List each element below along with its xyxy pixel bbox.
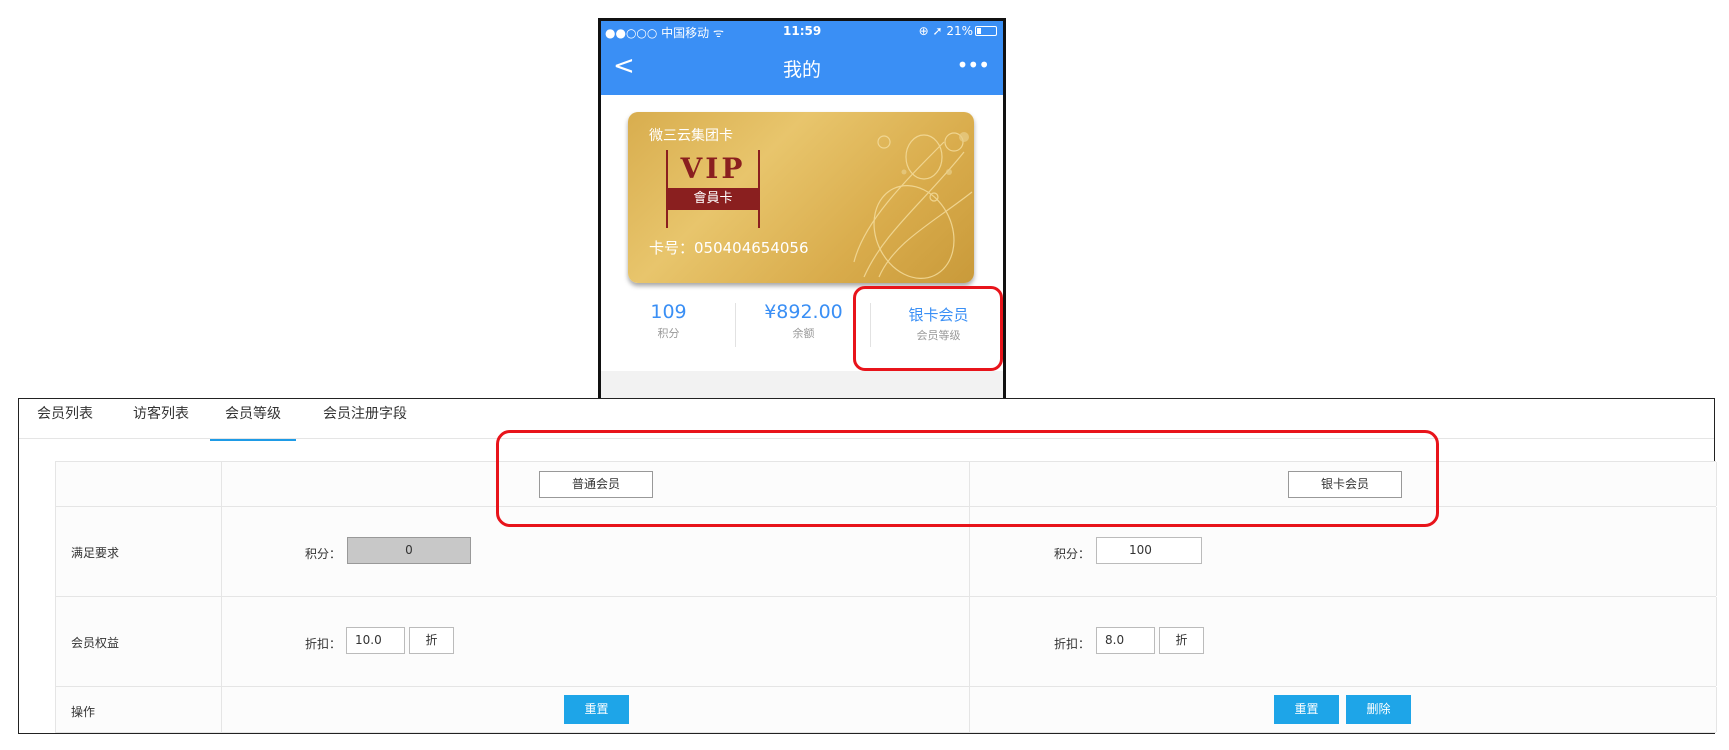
highlight-box-member-level [853,286,1003,371]
tab-member-list[interactable]: 会员列表 [32,399,98,439]
level-2-reset-button[interactable]: 重置 [1274,695,1339,724]
tab-member-level[interactable]: 会员等级 [210,399,296,441]
level-1-discount-input[interactable]: 10.0 [346,627,405,654]
actions-label: 操作 [71,705,96,719]
stat-balance-value: ¥892.00 [764,301,843,323]
table-header-empty [56,462,222,506]
battery-icon [975,26,997,36]
level-1-discount-unit: 折 [409,627,454,654]
card-number: 卡号：050404654056 [649,239,809,257]
status-indicators: ⊕ ➚ 21% [918,24,973,38]
table-row-benefit: 会员权益 折扣： 10.0 折 折扣： 8.0 折 [56,597,1717,687]
vip-logo: VIP 會員卡 [666,150,760,228]
level-1-points-input: 0 [347,537,471,564]
level-1-points-label: 积分： [305,547,342,561]
level-1-benefit: 折扣： 10.0 折 [222,597,970,686]
stat-balance-label: 余额 [792,327,815,340]
tab-registration-fields[interactable]: 会员注册字段 [319,399,411,439]
level-2-discount-input[interactable]: 8.0 [1096,627,1155,654]
stat-points-label: 积分 [657,327,680,340]
highlight-box-level-names [496,430,1439,527]
benefit-label: 会员权益 [71,636,120,650]
level-2-discount-label: 折扣： [1054,637,1091,651]
more-options-button[interactable]: ••• [957,53,990,77]
card-floral-decoration [853,132,973,279]
card-name: 微三云集团卡 [649,128,733,144]
phone-header: ●●○○○ 中国移动 ᯤ 11:59 ⊕ ➚ 21% < 我的 ••• [601,21,1003,95]
status-carrier: ●●○○○ 中国移动 ᯤ [605,26,724,40]
vip-card[interactable]: 微三云集团卡 VIP 會員卡 卡号：050404654056 [628,112,974,283]
tab-visitor-list[interactable]: 访客列表 [128,399,194,439]
level-2-discount-unit: 折 [1159,627,1204,654]
level-1-discount-label: 折扣： [305,637,342,651]
level-2-actions: 重置 删除 [970,687,1717,732]
status-battery-area: ⊕ ➚ 21% [919,24,997,38]
level-2-benefit: 折扣： 8.0 折 [970,597,1717,686]
level-2-delete-button[interactable]: 删除 [1346,695,1411,724]
level-1-actions: 重置 [222,687,970,732]
status-time: 11:59 [783,24,822,38]
vip-logo-band: 會員卡 [668,188,758,210]
stat-points[interactable]: 109 积分 [601,291,736,355]
row-label-cell: 操作 [56,687,222,732]
stat-balance[interactable]: ¥892.00 余额 [736,291,871,355]
vip-logo-text: VIP [680,152,746,185]
status-bar: ●●○○○ 中国移动 ᯤ 11:59 ⊕ ➚ 21% [601,21,1003,43]
page-title: 我的 [782,59,821,81]
table-row-actions: 操作 重置 重置 删除 [56,687,1717,733]
level-2-points-label: 积分： [1054,547,1091,561]
level-1-reset-button[interactable]: 重置 [564,695,629,724]
level-2-points-input[interactable]: 100 [1096,537,1202,564]
row-label-cell: 满足要求 [56,507,222,596]
row-label-cell: 会员权益 [56,597,222,686]
requirement-label: 满足要求 [71,546,120,560]
stat-points-value: 109 [650,301,687,323]
